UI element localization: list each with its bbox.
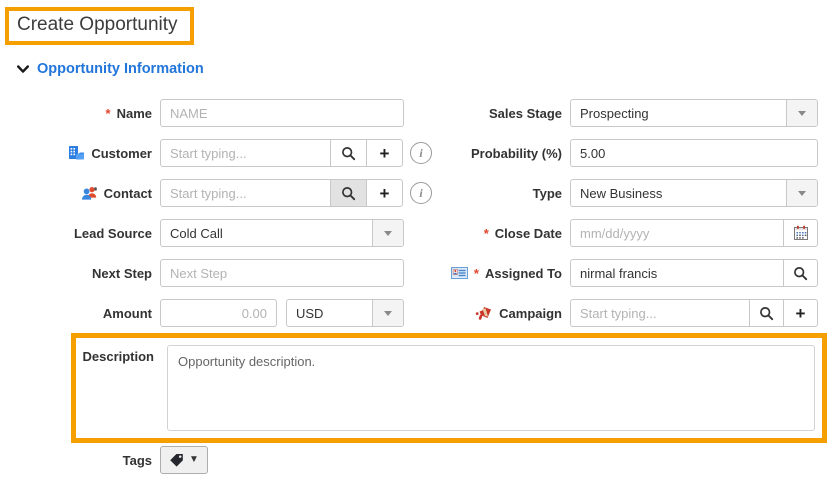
probability-label: Probability (%): [470, 145, 562, 161]
contacts-icon: [81, 185, 98, 201]
plus-icon: +: [379, 183, 390, 203]
field-row-campaign: Campaign +: [434, 299, 818, 327]
field-row-assigned-to: * Assigned To: [434, 259, 818, 287]
customer-add-button[interactable]: +: [366, 139, 403, 167]
tags-label: Tags: [122, 452, 152, 468]
contact-input[interactable]: [160, 179, 331, 207]
field-row-lead-source: Lead Source Cold Call: [0, 219, 404, 247]
field-row-probability: Probability (%): [434, 139, 818, 167]
campaign-add-button[interactable]: +: [783, 299, 818, 327]
contact-add-button[interactable]: +: [366, 179, 403, 207]
field-row-contact: Contact + i: [0, 179, 432, 207]
amount-input[interactable]: [160, 299, 277, 327]
currency-value: USD: [296, 305, 324, 321]
title-highlight-box: Create Opportunity: [5, 7, 194, 45]
field-row-type: Type New Business: [434, 179, 818, 207]
lead-source-select[interactable]: Cold Call: [160, 219, 404, 247]
plus-icon: +: [795, 303, 806, 323]
probability-input[interactable]: [570, 139, 818, 167]
type-value: New Business: [580, 185, 663, 201]
page-title: Create Opportunity: [17, 14, 178, 35]
search-icon: [759, 306, 774, 321]
section-opportunity-information[interactable]: Opportunity Information: [17, 61, 204, 77]
search-icon: [793, 266, 808, 281]
field-row-next-step: Next Step: [0, 259, 404, 287]
close-date-calendar-button[interactable]: [783, 219, 818, 247]
sales-stage-select[interactable]: Prospecting: [570, 99, 818, 127]
field-row-amount: Amount USD: [0, 299, 404, 327]
dropdown-arrow-icon: [372, 220, 403, 246]
customer-info-icon[interactable]: i: [410, 142, 432, 164]
dropdown-arrow-icon: [372, 300, 403, 326]
user-card-icon: [450, 266, 468, 280]
name-input[interactable]: [160, 99, 404, 127]
customer-input[interactable]: [160, 139, 331, 167]
currency-select[interactable]: USD: [286, 299, 404, 327]
contact-search-button[interactable]: [330, 179, 367, 207]
customer-search-button[interactable]: [330, 139, 367, 167]
type-select[interactable]: New Business: [570, 179, 818, 207]
megaphone-icon: [475, 305, 493, 321]
next-step-label: Next Step: [92, 265, 152, 281]
name-label: * Name: [105, 105, 152, 121]
campaign-input[interactable]: [570, 299, 750, 327]
tags-dropdown-button[interactable]: ▼: [160, 446, 208, 474]
description-textarea[interactable]: Opportunity description.: [167, 345, 815, 431]
field-row-sales-stage: Sales Stage Prospecting: [434, 99, 818, 127]
contact-label: Contact: [0, 179, 160, 207]
next-step-input[interactable]: [160, 259, 404, 287]
assigned-to-label: * Assigned To: [434, 259, 570, 287]
sales-stage-label: Sales Stage: [489, 105, 562, 121]
plus-icon: +: [379, 143, 390, 163]
tag-icon: [169, 453, 184, 468]
section-title: Opportunity Information: [37, 61, 204, 77]
campaign-search-button[interactable]: [749, 299, 784, 327]
description-highlight-box: Description Opportunity description.: [71, 333, 827, 443]
type-label: Type: [532, 185, 562, 201]
chevron-down-icon: [17, 64, 29, 74]
sales-stage-value: Prospecting: [580, 105, 649, 121]
assigned-to-input[interactable]: [570, 259, 784, 287]
required-marker: *: [105, 105, 111, 121]
lead-source-value: Cold Call: [170, 225, 223, 241]
field-row-tags: Tags ▼: [0, 446, 208, 474]
dropdown-arrow-icon: [786, 180, 817, 206]
customer-label: Customer: [0, 139, 160, 167]
required-marker: *: [473, 265, 479, 281]
required-marker: *: [483, 225, 489, 241]
amount-label: Amount: [102, 305, 152, 321]
create-opportunity-page: Create Opportunity Opportunity Informati…: [0, 0, 838, 487]
field-row-customer: Customer + i: [0, 139, 432, 167]
organization-icon: [68, 145, 85, 161]
caret-down-icon: ▼: [189, 454, 199, 465]
calendar-icon: [793, 225, 809, 241]
description-label: Description: [82, 349, 154, 364]
dropdown-arrow-icon: [786, 100, 817, 126]
search-icon: [341, 146, 356, 161]
search-icon: [341, 186, 356, 201]
contact-info-icon[interactable]: i: [410, 182, 432, 204]
campaign-label: Campaign: [434, 299, 570, 327]
field-row-close-date: * Close Date: [434, 219, 818, 247]
close-date-label: * Close Date: [483, 225, 562, 241]
lead-source-label: Lead Source: [73, 225, 152, 241]
assigned-to-search-button[interactable]: [783, 259, 818, 287]
field-row-name: * Name: [0, 99, 404, 127]
close-date-input[interactable]: [570, 219, 784, 247]
